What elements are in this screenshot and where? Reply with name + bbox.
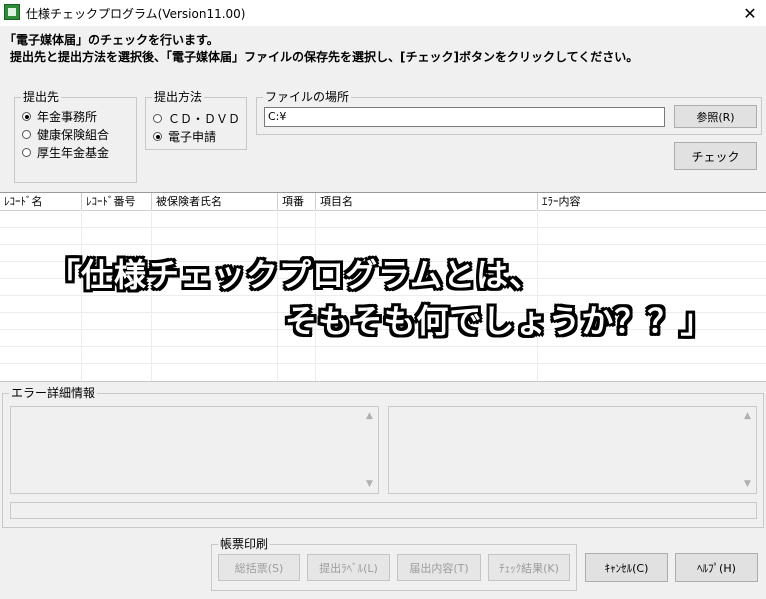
column-header-record-name[interactable]: ﾚｺｰﾄﾞ名 <box>0 193 82 210</box>
help-button[interactable]: ﾍﾙﾌﾟ(H) <box>675 553 758 582</box>
file-location-title: ファイルの場所 <box>263 90 352 104</box>
check-result-button[interactable]: ﾁｪｯｸ結果(K) <box>488 554 570 581</box>
overlay-caption-line-1: 「仕様チェックプログラムとは、 <box>48 256 543 294</box>
radio-indicator <box>153 114 162 123</box>
radio-pension-office[interactable]: 年金事務所 <box>22 108 97 125</box>
radio-label: 電子申請 <box>168 130 217 144</box>
app-icon <box>4 4 20 20</box>
check-button[interactable]: チェック <box>674 142 757 170</box>
method-group: 提出方法 ＣＤ・ＤＶＤ 電子申請 <box>145 90 247 150</box>
error-detail-right-pane[interactable]: ▲ ▼ <box>388 406 757 494</box>
scroll-down-icon[interactable]: ▼ <box>743 480 752 489</box>
column-header-item-name[interactable]: 項目名 <box>316 193 538 210</box>
scroll-up-icon[interactable]: ▲ <box>365 412 374 421</box>
table-header: ﾚｺｰﾄﾞ名 ﾚｺｰﾄﾞ番号 被保険者氏名 項番 項目名 ｴﾗｰ内容 <box>0 193 766 211</box>
radio-health-insurance-union[interactable]: 健康保険組合 <box>22 126 109 143</box>
radio-indicator <box>153 132 162 141</box>
window-title: 仕様チェックプログラム(Version11.00) <box>26 7 246 21</box>
browse-button[interactable]: 参照(R) <box>674 105 757 128</box>
scroll-down-icon[interactable]: ▼ <box>365 480 374 489</box>
radio-indicator <box>22 130 31 139</box>
radio-label: 年金事務所 <box>37 110 98 124</box>
scrollbar[interactable]: ▲ ▼ <box>361 407 378 493</box>
scroll-up-icon[interactable]: ▲ <box>743 412 752 421</box>
scrollbar[interactable]: ▲ ▼ <box>739 407 756 493</box>
radio-indicator <box>22 148 31 157</box>
column-header-item-number[interactable]: 項番 <box>278 193 316 210</box>
radio-label: 健康保険組合 <box>37 128 110 142</box>
radio-cd-dvd[interactable]: ＣＤ・ＤＶＤ <box>153 110 240 127</box>
column-header-error-content[interactable]: ｴﾗｰ内容 <box>538 193 766 210</box>
radio-pension-fund[interactable]: 厚生年金基金 <box>22 144 109 161</box>
radio-indicator <box>22 112 31 121</box>
error-detail-left-pane[interactable]: ▲ ▼ <box>10 406 379 494</box>
submit-to-group: 提出先 年金事務所 健康保険組合 厚生年金基金 <box>14 90 137 183</box>
column-header-insured-name[interactable]: 被保険者氏名 <box>152 193 278 210</box>
file-path-input[interactable]: C:¥ <box>264 107 665 127</box>
instruction-line-2: 提出先と提出方法を選択後、「電子媒体届」ファイルの保存先を選択し、[チェック]ボ… <box>10 50 639 64</box>
notification-content-button[interactable]: 届出内容(T) <box>397 554 481 581</box>
overlay-caption-line-2: そもそも何でしょうか？？」 <box>285 302 714 340</box>
radio-electronic[interactable]: 電子申請 <box>153 128 216 145</box>
method-title: 提出方法 <box>152 90 205 104</box>
instruction-line-1: 「電子媒体届」のチェックを行います。 <box>4 33 219 47</box>
radio-label: ＣＤ・ＤＶＤ <box>168 112 241 126</box>
submit-to-title: 提出先 <box>21 90 62 104</box>
submit-label-button[interactable]: 提出ﾗﾍﾞﾙ(L) <box>307 554 390 581</box>
summary-sheet-button[interactable]: 総括票(S) <box>218 554 300 581</box>
cancel-button[interactable]: ｷｬﾝｾﾙ(C) <box>585 553 668 582</box>
radio-label: 厚生年金基金 <box>37 146 110 160</box>
column-header-record-number[interactable]: ﾚｺｰﾄﾞ番号 <box>82 193 152 210</box>
error-detail-status-field <box>10 502 757 519</box>
close-icon[interactable]: ✕ <box>734 0 766 26</box>
error-detail-title: エラー詳細情報 <box>9 386 98 400</box>
print-title: 帳票印刷 <box>218 537 271 551</box>
